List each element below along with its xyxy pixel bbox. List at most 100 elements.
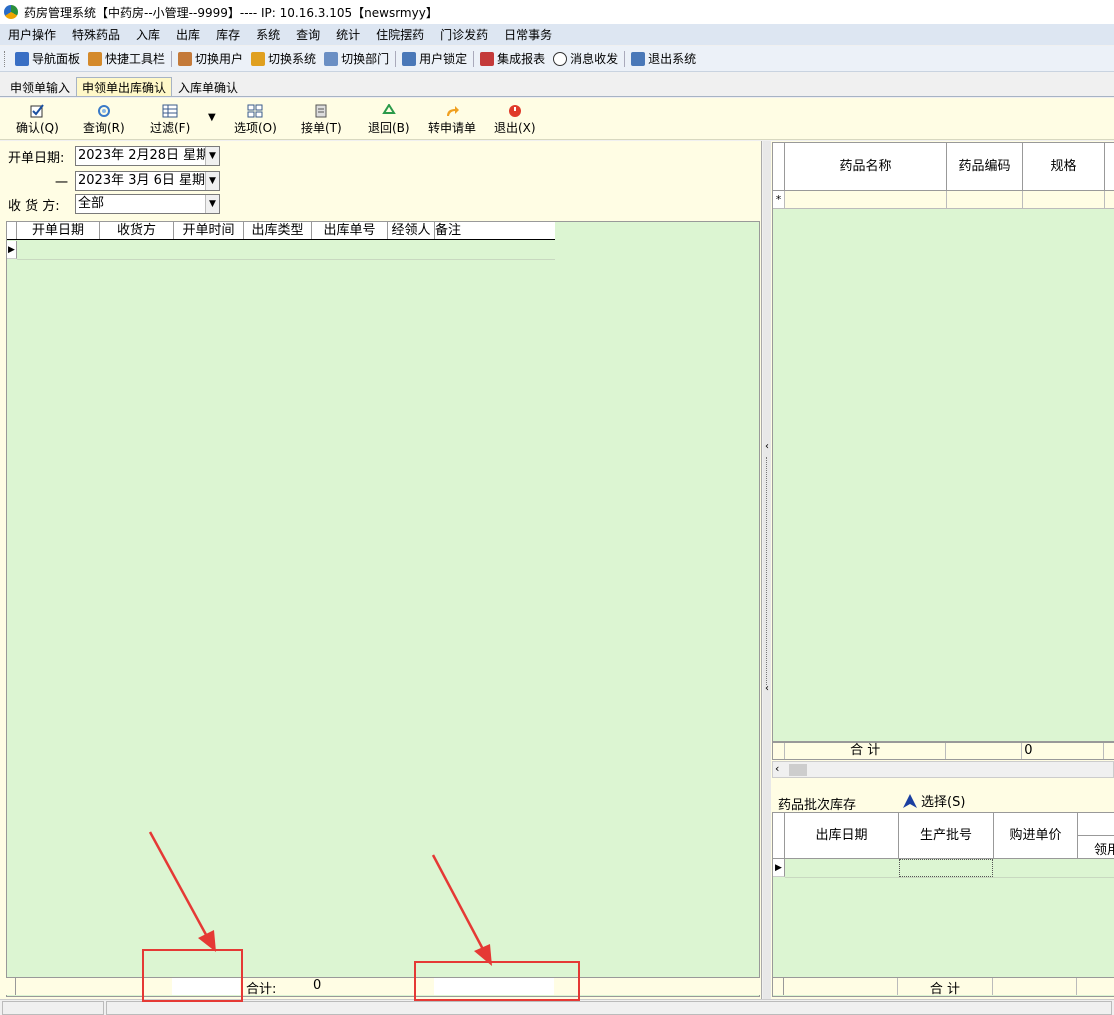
scroll-thumb[interactable] <box>789 764 807 776</box>
tab-requisition-outbound-confirm[interactable]: 申领单出库确认 <box>76 77 173 96</box>
total-value: 0 <box>1022 743 1105 759</box>
col-receiver[interactable]: 收货方 <box>100 222 174 239</box>
exit-system-button[interactable]: 退出系统 <box>627 48 700 70</box>
horizontal-scrollbar[interactable]: ‹ <box>772 761 1114 778</box>
filter-button[interactable]: 过滤(F) <box>150 104 190 136</box>
menu-user-ops[interactable]: 用户操作 <box>0 26 64 43</box>
current-row-pointer-icon[interactable]: ▶ <box>773 859 785 877</box>
confirm-button[interactable]: 确认(Q) <box>16 104 59 136</box>
nav-panel-button[interactable]: 导航面板 <box>11 48 84 70</box>
new-row[interactable]: * <box>773 191 1114 209</box>
splitter-grip <box>766 457 767 685</box>
filter-dropdown-arrow[interactable]: ▼ <box>208 112 216 123</box>
menu-daily[interactable]: 日常事务 <box>496 26 560 43</box>
drug-grid-total-row: 合 计 0 <box>772 742 1114 760</box>
new-row-marker: * <box>773 191 785 209</box>
info-icon <box>553 51 568 66</box>
exit-door-icon <box>631 51 646 66</box>
exit-button[interactable]: 退出(X) <box>494 104 536 136</box>
menu-statistics[interactable]: 统计 <box>328 26 368 43</box>
tab-requisition-input[interactable]: 申领单输入 <box>4 77 76 96</box>
col-batch-no[interactable]: 生产批号 <box>899 813 994 859</box>
row-indicator-header <box>7 222 17 239</box>
current-row-pointer-icon[interactable]: ▶ <box>7 241 17 259</box>
col-drug-name[interactable]: 药品名称 <box>785 143 947 191</box>
focused-batch-cell[interactable] <box>899 859 993 877</box>
menu-inventory[interactable]: 库存 <box>208 26 248 43</box>
new-row-cell[interactable] <box>947 191 1023 209</box>
total-spacer <box>993 978 1077 995</box>
date-to-picker[interactable]: 2023年 3月 6日 星期 ▼ <box>75 171 220 191</box>
total-spacer <box>1104 743 1114 759</box>
row-line <box>785 877 1114 878</box>
messages-button[interactable]: 消息收发 <box>549 48 622 70</box>
col-outbound-date[interactable]: 出库日期 <box>785 813 899 859</box>
integrated-report-button[interactable]: 集成报表 <box>476 48 549 70</box>
tab-inbound-confirm[interactable]: 入库单确认 <box>172 77 244 96</box>
new-row-cell[interactable] <box>785 191 947 209</box>
confirm-label: 确认(Q) <box>16 121 59 135</box>
new-row-cell[interactable] <box>1023 191 1105 209</box>
collapse-left-icon[interactable]: ‹ <box>763 441 771 452</box>
date-label: 开单日期: <box>8 151 65 166</box>
col-remark[interactable]: 备注 <box>435 222 555 239</box>
user-lock-icon <box>402 51 417 66</box>
options-button[interactable]: 选项(O) <box>234 104 277 136</box>
query-button[interactable]: 查询(R) <box>83 104 125 136</box>
date-from-value: 2023年 2月28日 星期 <box>78 148 210 163</box>
menu-system[interactable]: 系统 <box>248 26 288 43</box>
col-outbound-type[interactable]: 出库类型 <box>244 222 312 239</box>
annotation-box <box>142 949 243 1002</box>
col-handler[interactable]: 经领人 <box>388 222 435 239</box>
col-open-time[interactable]: 开单时间 <box>174 222 244 239</box>
batch-inventory-grid[interactable]: 出库日期 生产批号 购进单价 领用 ▶ <box>772 812 1114 997</box>
col-more[interactable] <box>1105 143 1114 191</box>
clipboard-icon <box>315 104 327 118</box>
menu-query[interactable]: 查询 <box>288 26 328 43</box>
menu-inpatient[interactable]: 住院摆药 <box>368 26 432 43</box>
transfer-request-button[interactable]: 转申请单 <box>428 104 476 136</box>
col-purchase-price[interactable]: 购进单价 <box>994 813 1078 859</box>
total-label: 合 计 <box>785 743 947 759</box>
drug-detail-grid[interactable]: 药品名称 药品编码 规格 * <box>772 142 1114 742</box>
scroll-left-icon[interactable]: ‹ <box>775 762 779 775</box>
select-button[interactable]: 选择(S) <box>902 791 965 810</box>
col-outbound-no[interactable]: 出库单号 <box>312 222 388 239</box>
collapse-left-icon[interactable]: ‹ <box>763 683 771 694</box>
col-drug-code[interactable]: 药品编码 <box>947 143 1023 191</box>
toolbar-grip[interactable] <box>4 50 7 67</box>
chevron-down-icon[interactable]: ▼ <box>205 147 219 165</box>
batch-inventory-title: 药品批次库存 <box>778 798 857 813</box>
switch-dept-button[interactable]: 切换部门 <box>320 48 393 70</box>
return-button[interactable]: 退回(B) <box>368 104 410 136</box>
receiver-select[interactable]: 全部 ▼ <box>75 194 220 214</box>
user-lock-button[interactable]: 用户锁定 <box>398 48 471 70</box>
panel-splitter[interactable]: ‹ ‹ <box>763 141 771 999</box>
receive-button[interactable]: 接单(T) <box>301 104 342 136</box>
options-label: 选项(O) <box>234 121 277 135</box>
col-issue[interactable]: 领用 <box>1078 813 1114 859</box>
col-spec[interactable]: 规格 <box>1023 143 1105 191</box>
switch-system-icon <box>251 51 266 66</box>
total-spacer <box>784 978 898 995</box>
checkbox-icon <box>30 104 45 118</box>
date-from-picker[interactable]: 2023年 2月28日 星期 ▼ <box>75 146 220 166</box>
switch-user-button[interactable]: 切换用户 <box>174 48 247 70</box>
quick-toolbar-button[interactable]: 快捷工具栏 <box>84 48 169 70</box>
switch-system-button[interactable]: 切换系统 <box>247 48 320 70</box>
grid-header: 开单日期 收货方 开单时间 出库类型 出库单号 经领人 备注 <box>7 222 555 240</box>
menu-special-drugs[interactable]: 特殊药品 <box>64 26 128 43</box>
total-row-indicator <box>773 743 785 759</box>
outbound-list-grid[interactable]: 开单日期 收货方 开单时间 出库类型 出库单号 经领人 备注 ▶ <box>6 221 760 997</box>
menu-outbound[interactable]: 出库 <box>168 26 208 43</box>
power-icon <box>508 105 521 117</box>
nav-panel-icon <box>15 51 29 66</box>
new-row-cell[interactable] <box>1105 191 1114 209</box>
col-open-date[interactable]: 开单日期 <box>17 222 100 239</box>
menu-outpatient[interactable]: 门诊发药 <box>432 26 496 43</box>
menu-inbound[interactable]: 入库 <box>128 26 168 43</box>
chevron-down-icon[interactable]: ▼ <box>205 172 219 190</box>
options-icon <box>247 104 263 118</box>
window-title: 药房管理系统【中药房--小管理--9999】---- IP: 10.16.3.1… <box>24 5 438 20</box>
chevron-down-icon[interactable]: ▼ <box>205 195 219 213</box>
